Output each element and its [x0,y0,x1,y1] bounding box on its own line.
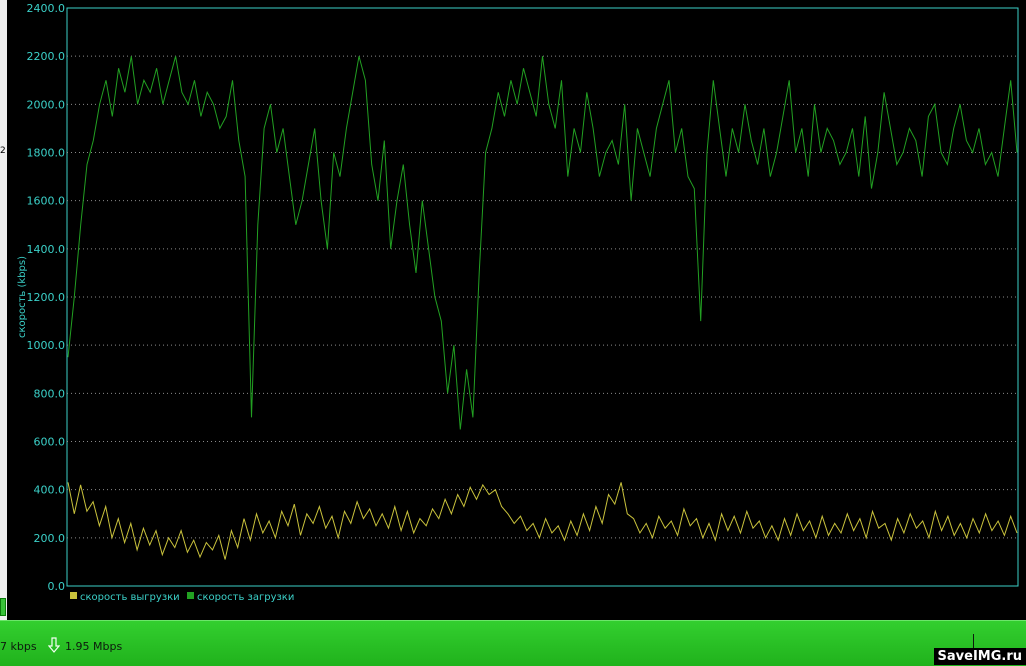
y-tick-label: 600.0 [34,436,66,449]
y-tick-label: 2000.0 [27,98,66,111]
legend: скорость выгрузки скорость загрузки [70,592,294,603]
legend-label-upload: скорость выгрузки [80,592,180,603]
y-tick-label: 2200.0 [27,50,66,63]
status-bar [0,620,1026,666]
y-tick-label: 400.0 [34,484,66,497]
y-tick-label: 1000.0 [27,339,66,352]
y-tick-label: 2400.0 [27,2,66,15]
status-separator [973,634,974,648]
y-axis-label: скорость (kbps) [17,256,28,338]
upload-speed-readout: 7 kbps [0,640,37,653]
y-tick-label: 200.0 [34,532,66,545]
y-tick-label: 1600.0 [27,195,66,208]
y-tick-label: 1400.0 [27,243,66,256]
speed-chart: 0.0 200.0 400.0 600.0 800.0 1000.0 1200.0 1400.… [17,2,1019,603]
legend-swatch-download [187,592,194,599]
legend-label-download: скорость загрузки [197,592,294,603]
y-axis-ticks: 0.0 200.0 400.0 600.0 800.0 1000.0 1200.0 1400.… [27,2,66,593]
y-tick-label: 800.0 [34,387,66,400]
watermark: SaveIMG.ru [933,648,1026,665]
y-tick-label: 1800.0 [27,147,66,160]
download-speed-readout: 1.95 Mbps [65,640,123,653]
y-tick-label: 1200.0 [27,291,66,304]
y-tick-label: 0.0 [48,580,66,593]
legend-swatch-upload [70,592,77,599]
download-arrow-icon [48,637,60,653]
